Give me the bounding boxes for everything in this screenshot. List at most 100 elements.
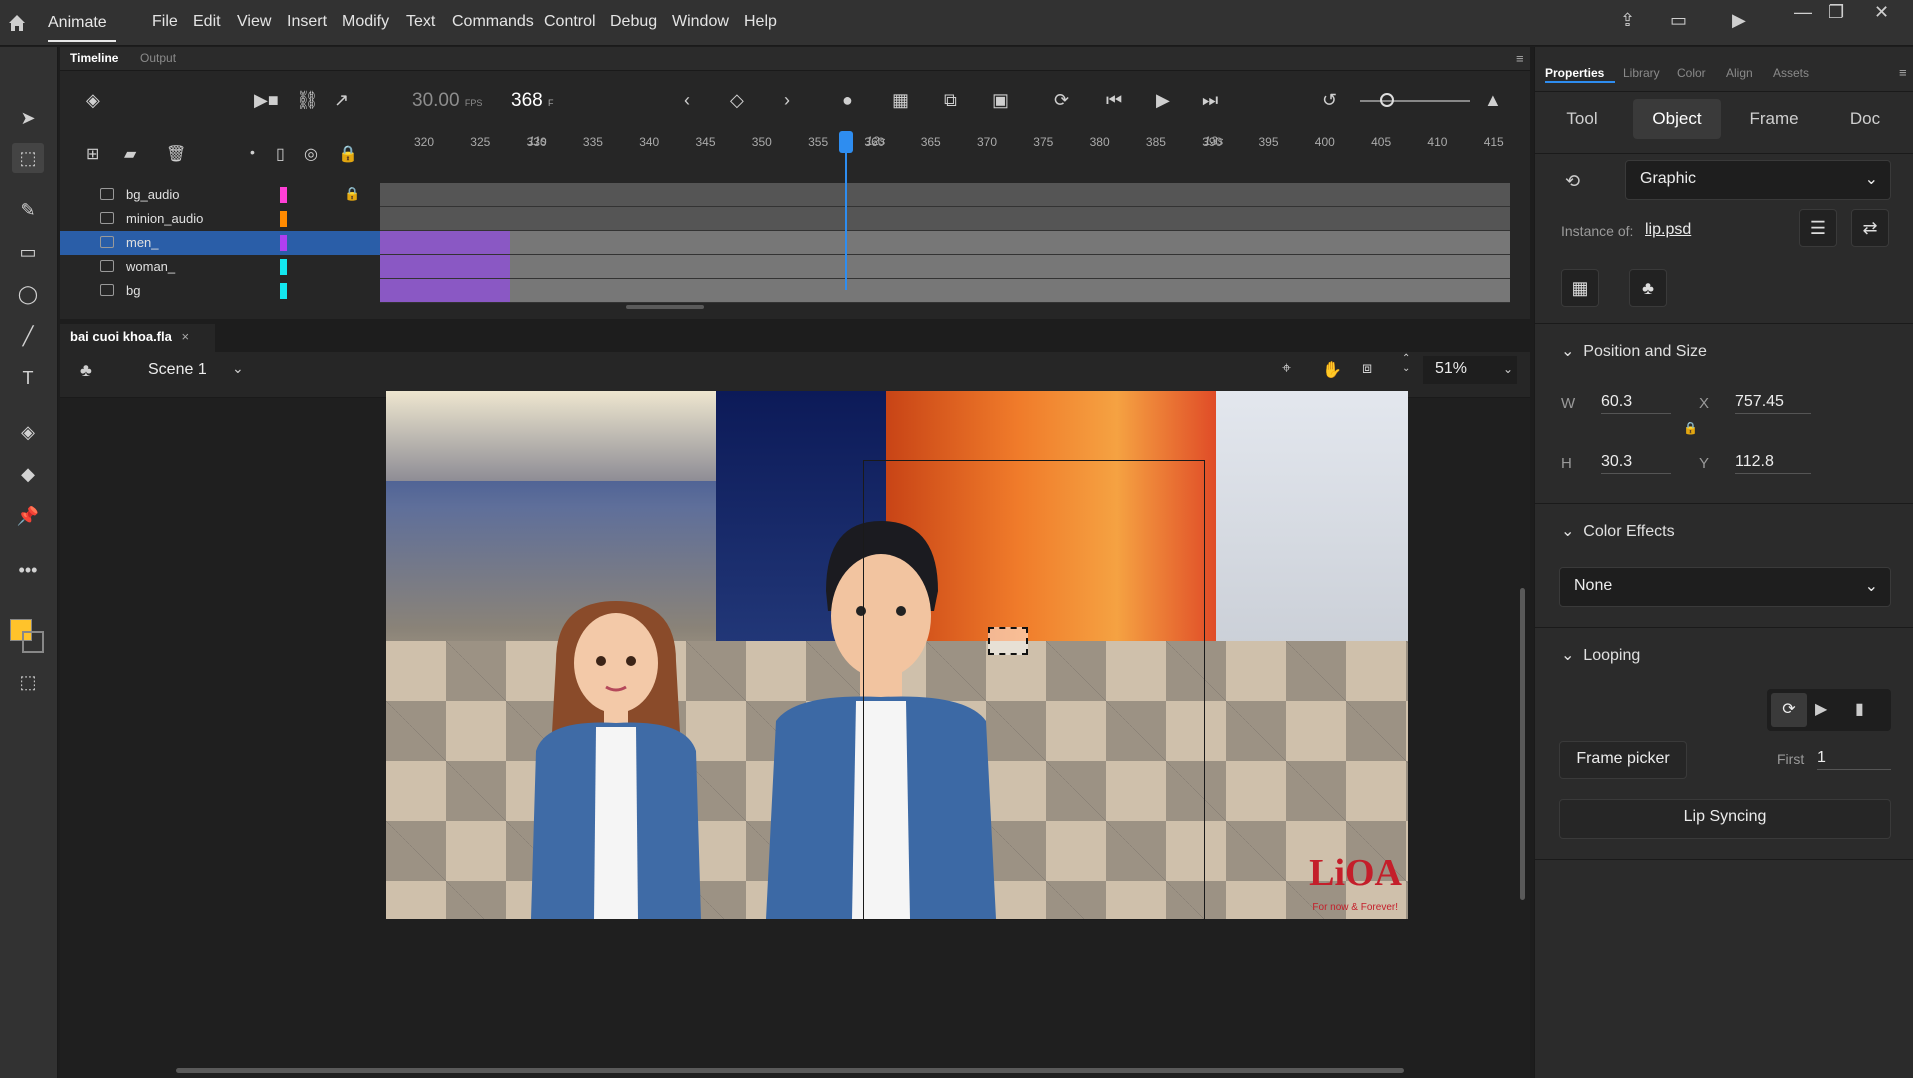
close-icon[interactable]: ✕ — [1874, 2, 1889, 23]
symbol-type-dropdown[interactable]: Graphic ⌄ — [1625, 160, 1891, 200]
parenting-icon[interactable]: ⛓ — [296, 90, 319, 111]
timeline-scrollbar[interactable] — [626, 305, 704, 309]
restore-icon[interactable]: ❐ — [1828, 2, 1844, 23]
timeline-zoom-slider[interactable] — [1360, 100, 1470, 102]
tab-timeline[interactable]: Timeline — [70, 51, 118, 65]
layer-name[interactable]: bg — [126, 283, 140, 298]
menu-debug[interactable]: Debug — [610, 13, 657, 31]
lock-layers-icon[interactable]: 🔒 — [338, 144, 358, 164]
current-frame-display[interactable]: 368 F — [511, 90, 553, 112]
tab-properties[interactable]: Properties — [1545, 66, 1604, 80]
menu-help[interactable]: Help — [744, 13, 777, 31]
layer-name[interactable]: woman_ — [126, 259, 175, 274]
layers-icon[interactable]: ◈ — [86, 90, 100, 111]
menu-file[interactable]: File — [152, 13, 178, 31]
layer-row[interactable]: bg — [60, 279, 380, 303]
frame-track[interactable] — [380, 279, 1510, 303]
color-effect-dropdown[interactable]: None ⌄ — [1559, 567, 1891, 607]
zoom-dropdown-icon[interactable]: ⌄ — [1503, 362, 1513, 376]
tab-align[interactable]: Align — [1726, 66, 1753, 80]
text-tool-icon[interactable]: T — [12, 363, 44, 393]
clip-canvas-icon[interactable]: ⧈ — [1362, 360, 1372, 378]
lip-symbol-selection[interactable] — [988, 627, 1028, 655]
next-keyframe-icon[interactable]: › — [784, 90, 790, 111]
layer-name[interactable]: bg_audio — [126, 187, 180, 202]
edit-symbols-icon[interactable]: ♣ — [80, 360, 92, 381]
test-movie-icon[interactable]: ▶ — [1732, 10, 1746, 31]
scene-selector[interactable]: Scene 1 — [148, 361, 207, 379]
tab-library[interactable]: Library — [1623, 66, 1660, 80]
menu-control[interactable]: Control — [544, 13, 596, 31]
layer-row[interactable]: minion_audio — [60, 207, 380, 231]
selection-tool-icon[interactable]: ➤ — [12, 103, 44, 133]
height-field[interactable]: 30.3 — [1601, 453, 1671, 474]
tween-span[interactable] — [380, 231, 510, 254]
x-field[interactable]: 757.45 — [1735, 393, 1811, 414]
new-folder-icon[interactable]: ▰ — [124, 144, 136, 164]
stroke-color-swatch[interactable] — [22, 631, 44, 653]
woman-character[interactable] — [516, 601, 716, 919]
fit-icon[interactable]: ▲ — [1484, 90, 1502, 111]
layer-row[interactable]: men_ — [60, 231, 380, 255]
break-apart-icon[interactable]: ♣ — [1629, 269, 1667, 307]
hide-layers-icon[interactable]: ◎ — [304, 144, 318, 164]
layer-color-swatch[interactable] — [280, 235, 287, 251]
new-layer-icon[interactable]: ⊞ — [86, 144, 99, 164]
more-tools-icon[interactable]: ••• — [12, 555, 44, 585]
menu-edit[interactable]: Edit — [193, 13, 221, 31]
fps-display[interactable]: 30.00 FPS — [412, 90, 482, 112]
layer-row[interactable]: bg_audio 🔒 — [60, 183, 380, 207]
onion-skin-icon[interactable]: ● — [842, 90, 853, 111]
rectangle-tool-icon[interactable]: ▭ — [12, 237, 44, 267]
layer-color-swatch[interactable] — [280, 283, 287, 299]
tween-span[interactable] — [380, 279, 510, 302]
eraser-tool-icon[interactable]: ◆ — [12, 459, 44, 489]
menu-insert[interactable]: Insert — [287, 13, 327, 31]
close-tab-icon[interactable]: × — [181, 329, 189, 344]
menu-window[interactable]: Window — [672, 13, 729, 31]
camera-icon[interactable]: ▶■ — [254, 90, 279, 111]
menu-commands[interactable]: Commands — [452, 13, 534, 31]
edit-symbol-icon[interactable]: ▦ — [1561, 269, 1599, 307]
swap-symbol-icon[interactable]: ⇄ — [1851, 209, 1889, 247]
lock-icon[interactable]: 🔒 — [344, 186, 360, 202]
subtab-object[interactable]: Object — [1633, 99, 1721, 139]
vertical-scrollbar[interactable] — [1520, 588, 1525, 900]
home-icon[interactable] — [6, 12, 28, 34]
frame-track[interactable] — [380, 207, 1510, 231]
tab-assets[interactable]: Assets — [1773, 66, 1809, 80]
document-tab[interactable]: bai cuoi khoa.fla × — [60, 324, 215, 352]
lock-ratio-icon[interactable]: 🔒 — [1683, 421, 1698, 435]
horizontal-scrollbar[interactable] — [176, 1068, 1404, 1073]
frame-track[interactable] — [380, 183, 1510, 207]
free-transform-tool-icon[interactable]: ⬚ — [12, 143, 44, 173]
frame-track[interactable] — [380, 231, 1510, 255]
zoom-stepper-icon[interactable]: ⌃ ⌄ — [1402, 354, 1410, 374]
instance-settings-icon[interactable]: ☰ — [1799, 209, 1837, 247]
play-icon[interactable]: ▶ — [1156, 90, 1170, 111]
prev-keyframe-icon[interactable]: ‹ — [684, 90, 690, 111]
transform-options-icon[interactable]: ⬚ — [12, 667, 44, 697]
timeline-zoom-handle[interactable] — [1380, 93, 1394, 107]
snap-icon[interactable]: ⌖ — [1282, 360, 1291, 378]
pin-tool-icon[interactable]: 📌 — [12, 501, 44, 531]
menu-modify[interactable]: Modify — [342, 13, 389, 31]
step-forward-icon[interactable]: ⏭ — [1202, 90, 1218, 111]
menu-text[interactable]: Text — [406, 13, 435, 31]
menu-view[interactable]: View — [237, 13, 271, 31]
single-frame-icon[interactable]: ▮ — [1855, 699, 1864, 719]
playhead[interactable] — [845, 150, 847, 290]
layer-color-swatch[interactable] — [280, 211, 287, 227]
position-size-header[interactable]: ⌄ Position and Size — [1561, 341, 1707, 361]
layer-name[interactable]: men_ — [126, 235, 159, 250]
undo-icon[interactable]: ↺ — [1322, 90, 1337, 111]
paint-bucket-icon[interactable]: ◈ — [12, 417, 44, 447]
panel-menu-icon[interactable]: ≡ — [1516, 51, 1524, 66]
line-tool-icon[interactable]: ╱ — [12, 321, 44, 351]
highlight-layers-icon[interactable]: • — [250, 144, 255, 160]
center-frame-icon[interactable]: ▣ — [992, 90, 1009, 111]
onion-outline-icon[interactable]: ▦ — [892, 90, 909, 111]
outline-layers-icon[interactable]: ▯ — [276, 144, 285, 164]
frame-track[interactable] — [380, 255, 1510, 279]
panel-menu-icon[interactable]: ≡ — [1899, 65, 1907, 80]
